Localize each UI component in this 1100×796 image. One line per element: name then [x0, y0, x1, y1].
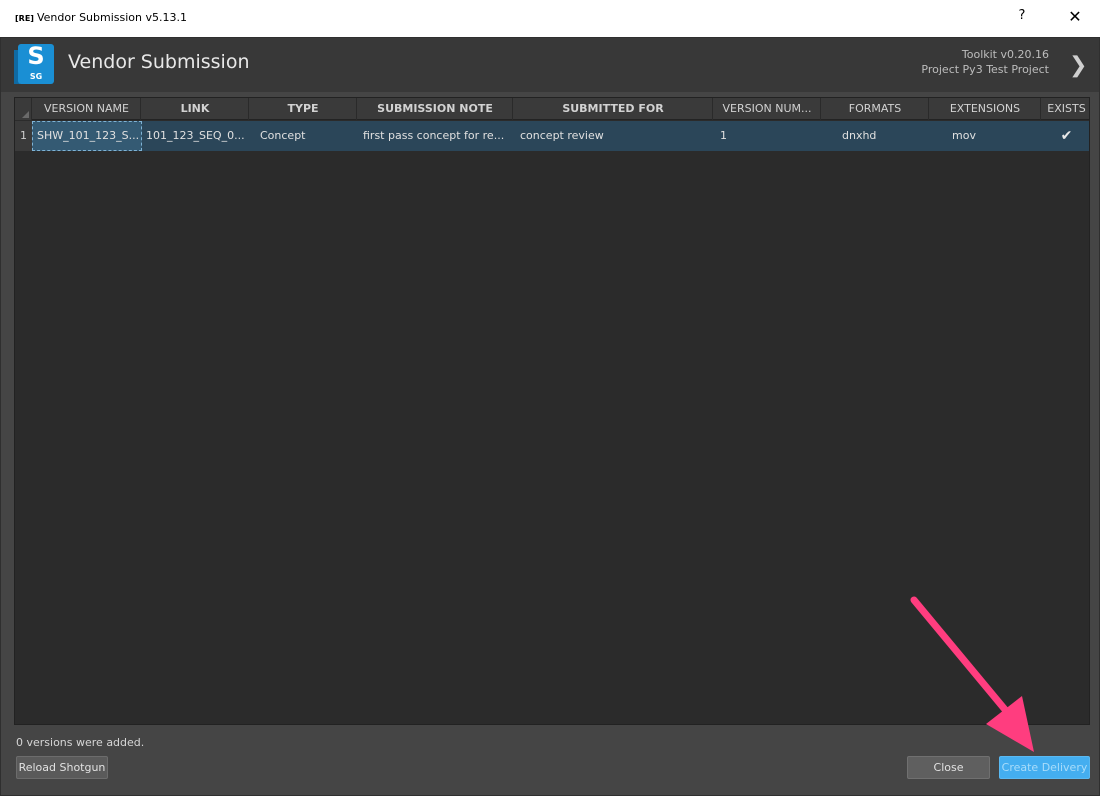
cell-type[interactable]: Concept: [250, 121, 358, 151]
toolkit-info: Toolkit v0.20.16 Project Py3 Test Projec…: [921, 47, 1049, 77]
reload-shotgun-button[interactable]: Reload Shotgun: [16, 756, 108, 779]
shotgun-logo-icon: S SG: [14, 42, 56, 84]
column-header-version-number[interactable]: VERSION NUM...: [714, 98, 821, 120]
table-header: VERSION NAME LINK TYPE SUBMISSION NOTE S…: [15, 98, 1089, 120]
column-header-formats[interactable]: FORMATS: [822, 98, 929, 120]
toolkit-version: Toolkit v0.20.16: [961, 48, 1049, 61]
table-row[interactable]: 1 SHW_101_123_S... 101_123_SEQ_0... Conc…: [15, 121, 1089, 151]
window-title-text: Vendor Submission v5.13.1: [36, 11, 188, 24]
window-titlebar: [RE] Vendor Submission v5.13.1 ? ✕: [0, 0, 1100, 37]
logo-sub: SG: [29, 72, 43, 81]
cell-formats[interactable]: dnxhd: [822, 121, 930, 151]
app-title: Vendor Submission: [68, 51, 250, 73]
column-header-submission-note[interactable]: SUBMISSION NOTE: [358, 98, 513, 120]
app-body: S SG Vendor Submission Toolkit v0.20.16 …: [0, 37, 1100, 796]
cell-submission-note[interactable]: first pass concept for re...: [358, 121, 514, 151]
checkmark-icon[interactable]: ✔: [1042, 121, 1089, 151]
window-title: [RE] Vendor Submission v5.13.1: [15, 11, 187, 24]
chevron-right-icon[interactable]: ❯: [1069, 53, 1089, 78]
cell-version-number[interactable]: 1: [714, 121, 822, 151]
column-header-extensions[interactable]: EXTENSIONS: [930, 98, 1041, 120]
window-title-badge: [RE]: [15, 14, 34, 23]
column-header-version-name[interactable]: VERSION NAME: [33, 98, 141, 120]
versions-table[interactable]: VERSION NAME LINK TYPE SUBMISSION NOTE S…: [14, 97, 1090, 725]
cell-submitted-for[interactable]: concept review: [514, 121, 714, 151]
column-header-exists[interactable]: EXISTS: [1042, 98, 1089, 120]
column-header-submitted-for[interactable]: SUBMITTED FOR: [514, 98, 713, 120]
app-header: S SG Vendor Submission Toolkit v0.20.16 …: [1, 38, 1099, 92]
status-message: 0 versions were added.: [16, 736, 145, 749]
window-close-button[interactable]: ✕: [1064, 7, 1086, 29]
column-header-type[interactable]: TYPE: [250, 98, 357, 120]
cell-version-name[interactable]: SHW_101_123_S...: [32, 121, 142, 151]
close-button[interactable]: Close: [907, 756, 990, 779]
row-number[interactable]: 1: [15, 121, 32, 151]
project-name: Project Py3 Test Project: [921, 63, 1049, 76]
help-button[interactable]: ?: [1012, 8, 1032, 28]
cell-extensions[interactable]: mov: [930, 121, 1042, 151]
logo-letter: S: [27, 42, 45, 70]
create-delivery-button[interactable]: Create Delivery: [999, 756, 1090, 779]
cell-link[interactable]: 101_123_SEQ_0...: [142, 121, 250, 151]
column-header-link[interactable]: LINK: [142, 98, 249, 120]
table-corner-button[interactable]: [15, 98, 32, 120]
